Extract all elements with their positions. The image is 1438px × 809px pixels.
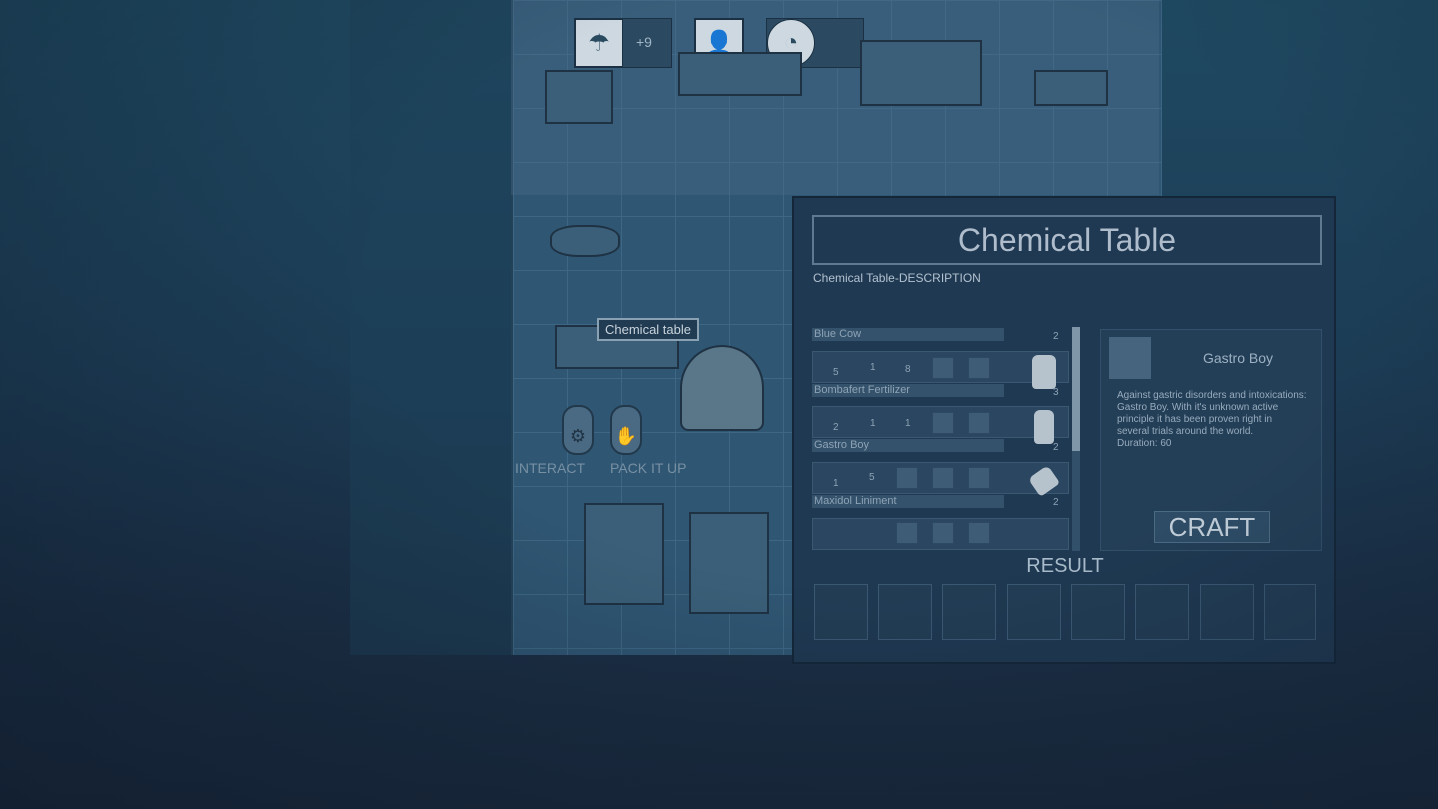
result-qty: 3 (1053, 387, 1059, 398)
rain-cloud-icon: ☂ (575, 19, 623, 67)
funnel-device[interactable] (550, 225, 620, 257)
recipe-name[interactable]: Bombafert Fertilizer (812, 384, 1004, 397)
empty-slot (932, 357, 954, 379)
crate[interactable] (545, 70, 613, 124)
result-slot[interactable] (1200, 584, 1254, 640)
result-slot[interactable] (1007, 584, 1061, 640)
result-qty: 2 (1053, 331, 1059, 342)
description-text: Against gastric disorders and intoxicati… (1117, 390, 1307, 437)
ingredient-qty: 2 (833, 422, 839, 433)
pack-it-up-label: PACK IT UP (610, 460, 687, 476)
radio[interactable] (1034, 70, 1108, 106)
bed-left[interactable] (584, 503, 664, 605)
drafting-table[interactable] (860, 40, 982, 106)
result-slot[interactable] (1071, 584, 1125, 640)
empty-slot (932, 522, 954, 544)
ingredient-qty: 8 (905, 364, 911, 375)
temperature-value: +9 (636, 34, 652, 50)
result-qty: 2 (1053, 497, 1059, 508)
empty-slot (932, 467, 954, 489)
recipe-name[interactable]: Blue Cow (812, 328, 1004, 341)
gear-icon[interactable]: ⚙ (562, 405, 594, 455)
result-slot[interactable] (878, 584, 932, 640)
result-slot[interactable] (1135, 584, 1189, 640)
interact-label: INTERACT (515, 460, 585, 476)
recipe-name[interactable]: Gastro Boy (812, 439, 1004, 452)
empty-slot (968, 412, 990, 434)
ingredient-qty: 1 (905, 418, 911, 429)
empty-slot (968, 357, 990, 379)
hand-icon[interactable]: ✋ (610, 405, 642, 455)
bed-right[interactable] (689, 512, 769, 614)
selected-recipe-description: Against gastric disorders and intoxicati… (1117, 390, 1307, 450)
result-label: RESULT (1026, 555, 1104, 577)
result-slot[interactable] (1264, 584, 1316, 640)
panel-description: Chemical Table-DESCRIPTION (813, 271, 981, 285)
recipe-name[interactable]: Maxidol Liniment (812, 495, 1004, 508)
object-tooltip: Chemical table (597, 318, 699, 341)
ingredient-qty: 1 (870, 418, 876, 429)
empty-slot (896, 522, 918, 544)
duration-text: Duration: 60 (1117, 438, 1172, 449)
result-slot[interactable] (814, 584, 868, 640)
scrollbar-thumb[interactable] (1072, 327, 1080, 451)
empty-slot (968, 467, 990, 489)
empty-slot (968, 522, 990, 544)
ingredient-qty: 5 (833, 367, 839, 378)
empty-slot (896, 467, 918, 489)
character-with-umbrella[interactable] (680, 345, 764, 431)
result-qty: 2 (1053, 442, 1059, 453)
ingredient-qty: 1 (870, 362, 876, 373)
medicine-bottle-icon (1034, 410, 1054, 444)
fertilizer-bottle-icon (1032, 355, 1056, 389)
gastro-boy-icon (1109, 337, 1151, 379)
craft-button[interactable]: CRAFT (1154, 511, 1270, 543)
result-slot[interactable] (942, 584, 996, 640)
panel-title: Chemical Table (812, 215, 1322, 265)
ingredient-qty: 1 (833, 478, 839, 489)
left-wall (350, 0, 512, 655)
empty-slot (932, 412, 954, 434)
desk[interactable] (678, 52, 802, 96)
ingredient-qty: 5 (869, 472, 875, 483)
selected-recipe-name: Gastro Boy (1202, 350, 1274, 366)
